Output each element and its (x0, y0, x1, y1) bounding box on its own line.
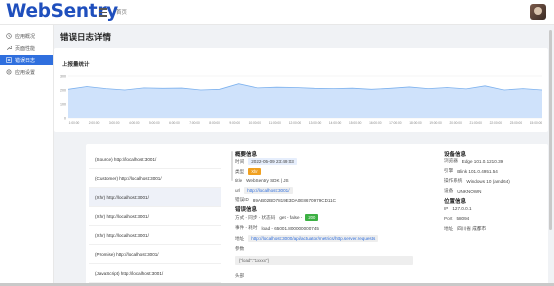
x-tick-label: 10:00:00 (249, 121, 262, 125)
location-address: 地址 四川省 成都市 (444, 226, 487, 231)
x-tick-label: 9:00:00 (229, 121, 240, 125)
error-list-item[interactable]: (JavaScript) http://localhost:3001/ (89, 264, 221, 283)
list-icon (6, 57, 12, 63)
overview-error-id: 错误ID 89AB02BD7819E3DA0E8670979CD11C (235, 197, 336, 203)
error-header-label: 头部 (235, 273, 245, 278)
x-tick-label: 1:00:00 (69, 121, 80, 125)
x-tick-label: 22:00:00 (490, 121, 503, 125)
report-chart: 0 100 200 300 1:00:00 2:00:00 3:00:00 4:00:00 5:… (60, 75, 543, 126)
overview-title: 概要信息 (235, 152, 258, 158)
error-list-item[interactable]: (Xhr) http://localhost:3001/ (89, 207, 221, 226)
x-tick-label: 3:00:00 (109, 121, 120, 125)
x-tick-label: 17:00:00 (389, 121, 402, 125)
wrench-icon (6, 45, 13, 51)
sidebar-item-label: 错误日志 (15, 57, 36, 64)
error-info-title: 错误信息 (235, 207, 258, 213)
address-link[interactable]: http://localhost:3000/api/actuator/metri… (248, 235, 379, 242)
sidebar: 应用概况 页面性能 错误日志 应用设置 (0, 25, 54, 286)
sidebar-item-label: 应用设置 (15, 69, 36, 76)
x-tick-label: 4:00:00 (129, 121, 140, 125)
sidebar-item-performance[interactable]: 页面性能 (0, 43, 53, 53)
x-tick-label: 19:00:00 (429, 121, 442, 125)
device-engine: 引擎 Blink 101.0.4951.54 (444, 168, 498, 174)
y-tick-label: 0 (64, 117, 66, 121)
series-area (68, 83, 542, 118)
overview-page-title: title WebSentry SDK | JS (235, 178, 289, 183)
overview-type: 类型 Xhr (235, 168, 261, 175)
location-ip: IP 127.0.0.1 (444, 206, 472, 211)
error-list-item[interactable]: (Customer) http://localhost:3001/ (89, 169, 221, 188)
error-list-item[interactable]: (Source) http://localhost:3001/ (89, 150, 221, 169)
sidebar-item-error-log[interactable]: 错误日志 (0, 55, 53, 65)
x-tick-label: 20:00:00 (449, 121, 462, 125)
clock-icon (6, 33, 12, 39)
time-value: 2022-05-09 23:49:03 (248, 158, 297, 165)
x-tick-label: 14:00:00 (329, 121, 342, 125)
page-scrollbar[interactable] (549, 30, 552, 230)
report-chart-card: 上报量统计 0 100 200 300 1:00:00 2:00:00 3:00:00 4:0… (54, 48, 548, 132)
x-tick-label: 7:00:00 (189, 121, 200, 125)
x-tick-label: 5:00:00 (149, 121, 160, 125)
x-tick-label: 11:00:00 (269, 121, 281, 125)
sidebar-item-settings[interactable]: 应用设置 (0, 67, 53, 77)
x-tick-label: 16:00:00 (369, 121, 382, 125)
breadcrumb-home[interactable]: 首页 (116, 8, 127, 16)
error-address: 地址 http://localhost:3000/api/actuator/me… (235, 235, 379, 242)
location-port: Port 58094 (444, 216, 470, 221)
error-list-item-selected[interactable]: (Xhr) http://localhost:3001/ (89, 188, 221, 207)
status-badge: 200 (305, 214, 319, 221)
error-params-label: 参数 (235, 246, 245, 251)
error-list-item[interactable]: (Promise) http://localhost:3001/ (89, 245, 221, 264)
top-header: WebSentry 首页 (0, 0, 554, 25)
gear-icon (6, 69, 12, 75)
error-method: 方式 - 同步 - 状态码 get - false - 200 (235, 214, 319, 221)
overview-time: 时间 2022-05-09 23:49:03 (235, 158, 297, 165)
type-badge: Xhr (248, 168, 261, 175)
x-tick-label: 21:00:00 (470, 121, 483, 125)
device-type: 设备 UNKNOWN (444, 188, 482, 194)
device-os: 操作系统 Windows 10 (amd64) (444, 178, 510, 184)
device-browser: 浏览器 Edge 101.0.1210.39 (444, 158, 504, 164)
device-info-title: 设备信息 (444, 152, 467, 158)
x-tick-label: 15:00:00 (530, 121, 543, 125)
page-title: 错误日志详情 (60, 32, 112, 42)
y-tick-label: 200 (60, 89, 66, 93)
menu-toggle-icon[interactable] (99, 6, 107, 18)
y-tick-label: 100 (60, 103, 66, 107)
error-event: 事件 - 耗时 load - 65001.800000000745 (235, 225, 319, 231)
x-tick-label: 15:00:00 (349, 121, 362, 125)
sidebar-item-label: 应用概况 (15, 33, 36, 40)
location-info-title: 位置信息 (444, 199, 467, 205)
x-tick-label: 6:00:00 (169, 121, 180, 125)
url-link[interactable]: http://localhost:3001/ (244, 187, 293, 194)
params-code-box: {"load":"1xxxx"} (235, 256, 413, 265)
x-tick-label: 23:00:00 (510, 121, 523, 125)
list-scrollbar[interactable] (231, 151, 233, 181)
user-avatar[interactable] (530, 4, 546, 20)
error-list-item[interactable]: (Xhr) http://localhost:3001/ (89, 226, 221, 245)
x-tick-label: 2:00:00 (89, 121, 100, 125)
error-list: (Source) http://localhost:3001/ (Custome… (86, 144, 226, 286)
x-tick-label: 13:00:00 (309, 121, 322, 125)
x-tick-label: 12:00:00 (289, 121, 302, 125)
sidebar-item-overview[interactable]: 应用概况 (0, 31, 53, 41)
x-tick-label: 8:00:00 (209, 121, 220, 125)
sidebar-item-label: 页面性能 (15, 45, 36, 52)
overview-url: url http://localhost:3001/ (235, 187, 293, 194)
x-tick-label: 18:00:00 (409, 121, 422, 125)
y-tick-label: 300 (60, 75, 66, 79)
